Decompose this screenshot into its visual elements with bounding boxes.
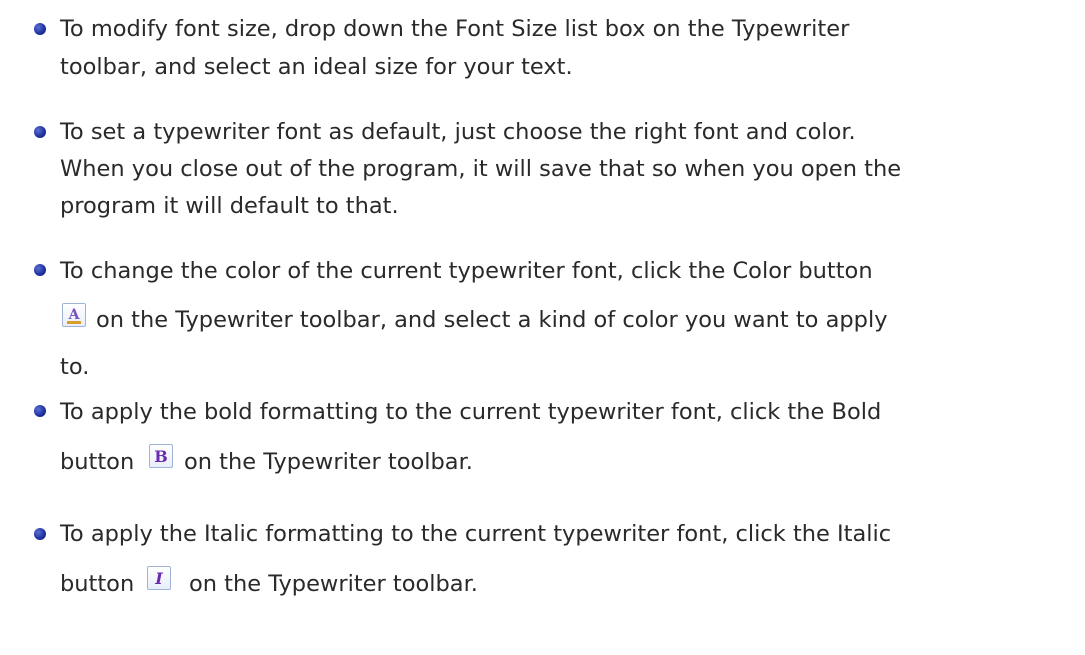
list-item-text: To set a typewriter font as default, jus… — [60, 119, 856, 145]
bullet-icon — [34, 264, 46, 276]
document-body: To modify font size, drop down the Font … — [0, 0, 1085, 655]
list-item-text: To apply the bold formatting to the curr… — [60, 399, 882, 425]
bullet-icon — [34, 126, 46, 138]
list-item-text: button — [60, 449, 135, 475]
svg-text:B: B — [154, 447, 168, 466]
list-item-text: on the Typewriter toolbar, and select a … — [96, 307, 888, 333]
list-item-text: program it will default to that. — [60, 193, 399, 219]
italic-i-icon: I — [147, 566, 171, 590]
list-item-text: button — [60, 571, 135, 597]
bullet-icon — [34, 23, 46, 35]
svg-text:A: A — [68, 307, 81, 323]
bold-b-icon: B — [149, 444, 173, 468]
list-item-text: to. — [60, 354, 90, 380]
list-item-text: To modify font size, drop down the Font … — [60, 16, 850, 42]
list-item-text: To change the color of the current typew… — [60, 258, 873, 284]
svg-text:I: I — [154, 569, 163, 588]
list-item-text: on the Typewriter toolbar. — [189, 571, 478, 597]
bullet-icon — [34, 405, 46, 417]
bullet-icon — [34, 528, 46, 540]
list-item-text: When you close out of the program, it wi… — [60, 156, 902, 182]
list-item-text: on the Typewriter toolbar. — [184, 449, 473, 475]
list-item-text: To apply the Italic formatting to the cu… — [60, 521, 892, 547]
color-a-icon: A — [62, 303, 86, 327]
list-item-text: toolbar, and select an ideal size for yo… — [60, 54, 573, 80]
